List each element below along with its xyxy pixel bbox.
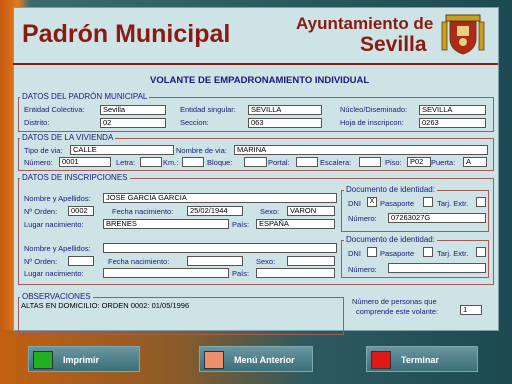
terminar-button[interactable]: Terminar (366, 346, 478, 372)
puerta-label: Puerta: (431, 158, 456, 167)
piso-label: Piso: (385, 158, 402, 167)
padron-group-title: DATOS DEL PADRÓN MUNICIPAL (20, 92, 150, 101)
sexo-label-2: Sexo: (256, 257, 276, 266)
page-title: Padrón Municipal (22, 20, 231, 48)
personas-label-2: comprende este volante: (356, 307, 439, 316)
coat-of-arms-icon (440, 12, 486, 58)
distrito-field[interactable]: 02 (100, 118, 166, 128)
orden-field-2[interactable] (68, 256, 94, 266)
nombre-via-label: Nombre de via: (176, 146, 227, 155)
doc-numero-field[interactable]: 07263027G (388, 213, 486, 223)
pasaporte-checkbox-2[interactable] (423, 247, 433, 257)
vivienda-group-title: DATOS DE LA VIVIENDA (20, 133, 116, 142)
documento-title-2: Documento de identidad: (344, 235, 437, 244)
nombre-label-2: Nombre y Apellidos: (24, 244, 91, 253)
pasaporte-label-2: Pasaporte (380, 249, 415, 258)
menu-anterior-button[interactable]: Menú Anterior (199, 346, 313, 372)
menu-anterior-label: Menú Anterior (234, 355, 295, 365)
dni-checkbox-2[interactable] (367, 247, 377, 257)
entidad-colectiva-label: Entidad Colectiva: (24, 105, 85, 114)
nombre-label: Nombre y Apellidos: (24, 194, 91, 203)
distrito-label: Distrito: (24, 118, 50, 127)
lugar-label: Lugar nacimiento: (24, 220, 84, 229)
lugar-field-2[interactable] (103, 268, 229, 278)
portal-field[interactable] (296, 157, 318, 167)
documento-group (341, 190, 489, 232)
pais-field[interactable]: ESPAÑA (256, 219, 335, 229)
menu-swatch-icon (204, 351, 224, 369)
imprimir-button[interactable]: Imprimir (28, 346, 140, 372)
puerta-field[interactable]: A (463, 157, 487, 167)
doc-numero-field-2[interactable] (388, 263, 486, 273)
pais-field-2[interactable] (256, 268, 335, 278)
seccion-label: Seccion: (180, 118, 209, 127)
fecha-field[interactable]: 25/02/1944 (187, 206, 243, 216)
personas-field[interactable]: 1 (460, 305, 482, 315)
observaciones-text: ALTAS EN DOMICILIO: ORDEN 0002: 01/05/19… (21, 301, 190, 310)
dni-label: DNI (348, 199, 361, 208)
lugar-field[interactable]: BRENES (103, 219, 229, 229)
tarj-label: Tarj. Extr. (437, 199, 469, 208)
pasaporte-checkbox[interactable] (423, 197, 433, 207)
km-label: Km.: (163, 158, 179, 167)
portal-label: Portal: (268, 158, 290, 167)
nombre-field[interactable]: JOSE GARCIA GARCIA (103, 193, 337, 203)
hoja-field[interactable]: 0263 (419, 118, 486, 128)
sexo-field[interactable]: VARON (287, 206, 335, 216)
dni-label-2: DNI (348, 249, 361, 258)
header-divider (13, 63, 498, 65)
hoja-label: Hoja de inscripcon: (340, 118, 404, 127)
fecha-field-2[interactable] (187, 256, 243, 266)
escalera-field[interactable] (359, 157, 381, 167)
escalera-label: Escalera: (320, 158, 352, 167)
pais-label: País: (232, 220, 250, 229)
km-field[interactable] (182, 157, 204, 167)
org-line2: Sevilla (360, 33, 427, 56)
documento-title: Documento de identidad: (344, 185, 437, 194)
terminar-label: Terminar (401, 355, 439, 365)
pais-label-2: País: (232, 269, 250, 278)
tarj-label-2: Tarj. Extr. (437, 249, 469, 258)
tipo-via-field[interactable]: CALLE (70, 145, 174, 155)
doc-numero-label-2: Número: (348, 265, 377, 274)
orden-label-2: Nº Orden: (24, 257, 58, 266)
entidad-singular-field[interactable]: SEVILLA (248, 105, 322, 115)
entidad-colectiva-field[interactable]: Sevilla (100, 105, 166, 115)
piso-field[interactable]: P02 (407, 157, 431, 167)
seccion-field[interactable]: 063 (248, 118, 322, 128)
imprimir-label: Imprimir (63, 355, 100, 365)
sexo-label: Sexo: (260, 207, 280, 216)
terminar-swatch-icon (371, 351, 391, 369)
orden-field[interactable]: 0002 (68, 206, 94, 216)
observaciones-title: OBSERVACIONES (20, 292, 93, 301)
sexo-field-2[interactable] (287, 256, 335, 266)
bloque-field[interactable] (244, 157, 267, 167)
bloque-label: Bloque: (207, 158, 233, 167)
lugar-label-2: Lugar nacimiento: (24, 269, 84, 278)
pasaporte-label: Pasaporte (380, 199, 415, 208)
tarj-checkbox[interactable] (476, 197, 486, 207)
fecha-label: Fecha nacimiento: (112, 207, 174, 216)
nucleo-field[interactable]: SEVILLA (419, 105, 486, 115)
fecha-label-2: Fecha nacimiento: (108, 257, 170, 266)
letra-label: Letra: (116, 158, 136, 167)
tipo-via-label: Tipo de via: (24, 146, 63, 155)
inscripciones-group-title: DATOS DE INSCRIPCIONES (20, 173, 130, 182)
personas-label-1: Número de personas que (352, 297, 437, 306)
nombre-field-2[interactable] (103, 243, 337, 253)
entidad-singular-label: Entidad singular: (180, 105, 236, 114)
orden-label: Nº Orden: (24, 207, 58, 216)
tarj-checkbox-2[interactable] (476, 247, 486, 257)
numero-label: Número: (24, 158, 53, 167)
imprimir-swatch-icon (33, 351, 53, 369)
nombre-via-field[interactable]: MARINA (234, 145, 488, 155)
nucleo-label: Núcleo/Diseminado: (340, 105, 408, 114)
numero-field[interactable]: 0001 (59, 157, 111, 167)
form-subtitle: VOLANTE DE EMPADRONAMIENTO INDIVIDUAL (150, 75, 370, 86)
org-line1: Ayuntamiento de (296, 14, 434, 33)
doc-numero-label: Número: (348, 214, 377, 223)
letra-field[interactable] (140, 157, 162, 167)
dni-checkbox[interactable]: X (367, 197, 377, 207)
